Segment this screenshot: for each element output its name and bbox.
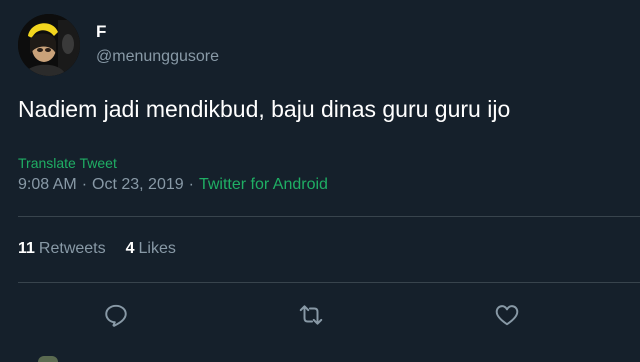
divider (18, 216, 640, 217)
avatar[interactable] (18, 14, 80, 76)
reply-icon (105, 304, 127, 327)
meta-separator: · (81, 176, 88, 193)
tweet-date[interactable]: Oct 23, 2019 (92, 176, 184, 193)
retweet-button[interactable] (296, 300, 326, 330)
user-handle[interactable]: @menunggusore (96, 48, 219, 66)
engagement-stats: 11 Retweets 4 Likes (18, 240, 176, 258)
like-button[interactable] (492, 300, 522, 330)
tweet-time[interactable]: 9:08 AM (18, 176, 77, 193)
meta-separator: · (188, 176, 194, 193)
likes-stat[interactable]: 4 Likes (126, 240, 176, 257)
likes-count: 4 (125, 240, 135, 257)
tweet-source-link[interactable]: Twitter for Android (199, 176, 328, 193)
retweets-count: 11 (18, 240, 35, 257)
translate-tweet-link[interactable]: Translate Tweet (18, 155, 117, 171)
tweet-text: Nadiem jadi mendikbud, baju dinas guru g… (18, 96, 511, 122)
retweet-icon (299, 305, 323, 325)
heart-icon (495, 305, 519, 326)
avatar-image (18, 14, 80, 76)
next-item-peek (0, 352, 640, 362)
reply-button[interactable] (101, 300, 131, 330)
display-name[interactable]: F (96, 22, 106, 42)
tweet-metadata: 9:08 AM · Oct 23, 2019 · Twitter for Android (18, 176, 328, 194)
divider (18, 282, 640, 283)
retweets-label: Retweets (38, 240, 106, 257)
tweet-card: F @menunggusore Nadiem jadi mendikbud, b… (0, 0, 640, 362)
likes-label: Likes (138, 240, 176, 257)
avatar-peek (38, 356, 58, 362)
retweets-stat[interactable]: 11 Retweets (18, 240, 106, 257)
